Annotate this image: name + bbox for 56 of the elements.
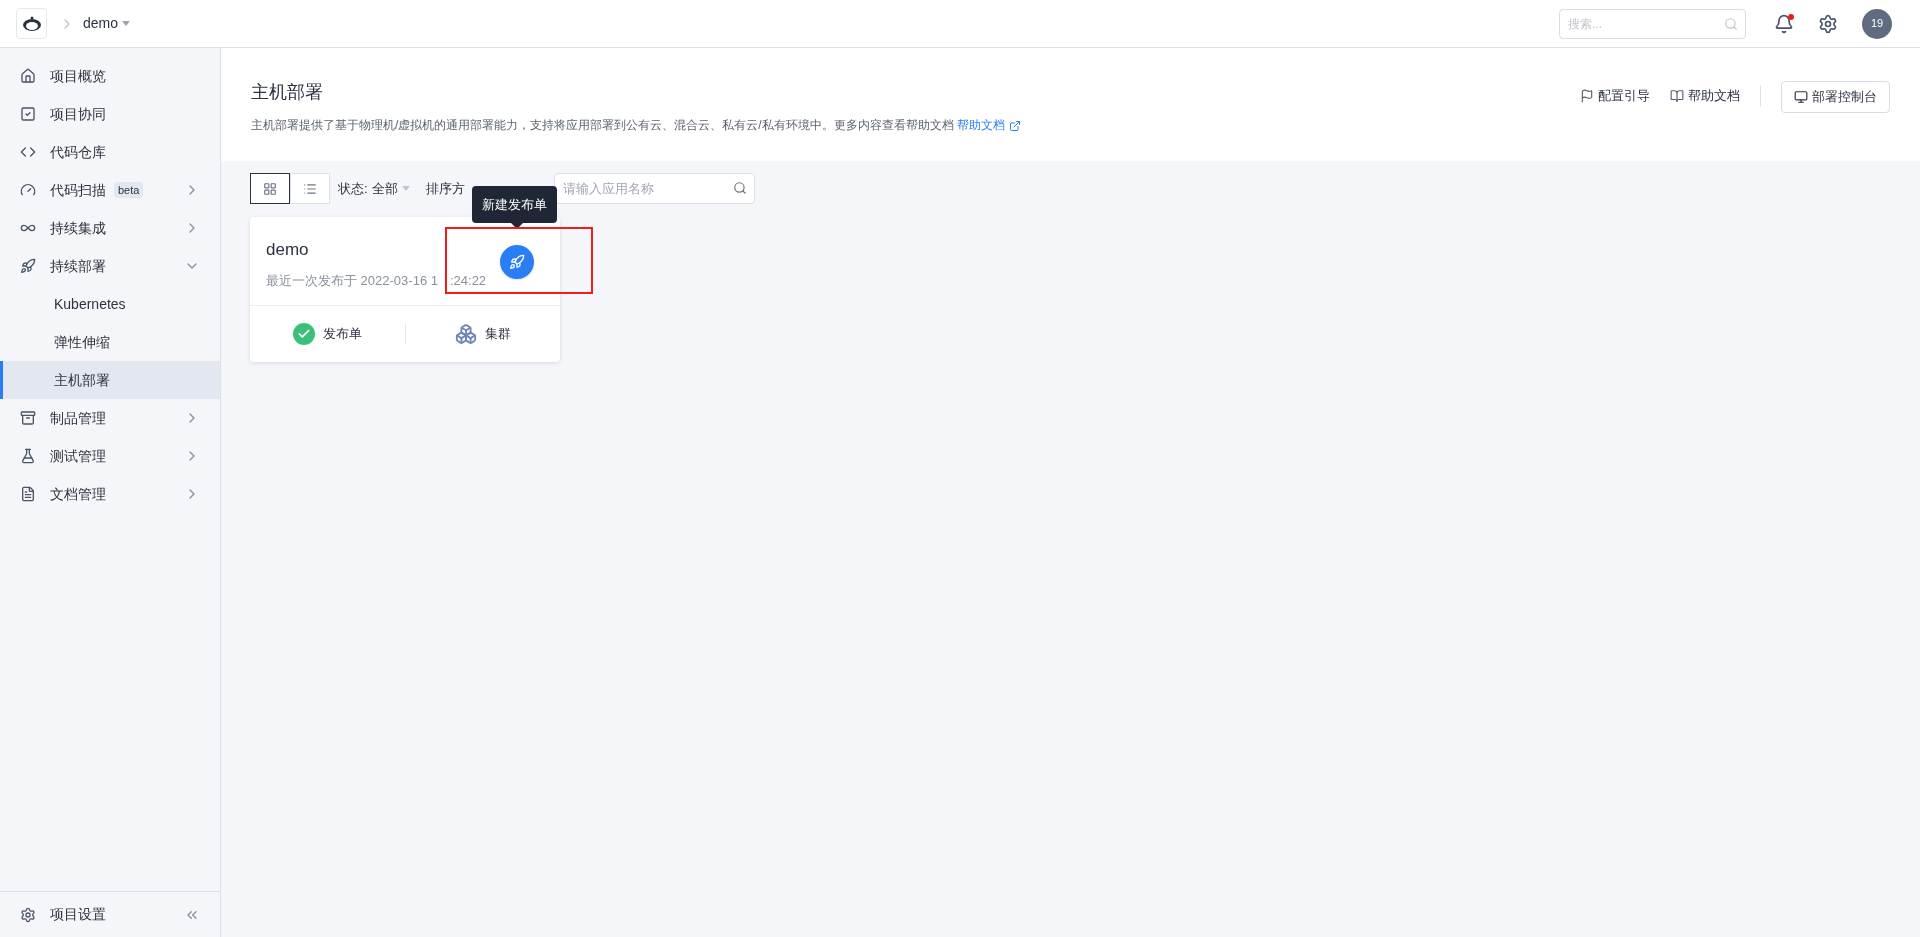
book-icon: [1670, 89, 1684, 103]
sidebar-item[interactable]: 文档管理: [0, 475, 220, 513]
sidebar-item[interactable]: 代码仓库: [0, 133, 220, 171]
checkbox-icon: [20, 106, 36, 122]
settings-icon[interactable]: [1818, 13, 1838, 34]
search-icon: [1724, 16, 1738, 31]
new-release-button[interactable]: [500, 245, 534, 279]
app-search-field[interactable]: 请输入应用名称: [553, 173, 755, 204]
sidebar-item[interactable]: 持续集成: [0, 209, 220, 247]
status-filter[interactable]: 全部: [371, 178, 410, 199]
help-link[interactable]: 帮助文档: [957, 118, 1021, 132]
sidebar-item[interactable]: 持续部署: [0, 247, 220, 285]
bell-icon: [1774, 13, 1794, 34]
console-button[interactable]: 部署控制台: [1781, 81, 1890, 113]
flag-icon: [1580, 89, 1594, 103]
check-icon: [292, 323, 315, 345]
rocket-icon: [20, 258, 36, 274]
header-link[interactable]: 配置引导: [1580, 81, 1650, 111]
sidebar-item[interactable]: 测试管理: [0, 437, 220, 475]
sidebar-subitem[interactable]: 主机部署: [0, 361, 220, 399]
header-link[interactable]: 帮助文档: [1670, 81, 1740, 111]
sidebar-item[interactable]: 代码扫描 beta: [0, 171, 220, 209]
grid-icon: [263, 181, 277, 196]
flask-icon: [20, 448, 36, 464]
settings-link[interactable]: 项目设置: [50, 904, 106, 925]
page-title: 主机部署: [251, 81, 324, 104]
app-name[interactable]: demo: [266, 237, 544, 263]
sidebar-item[interactable]: 项目概览: [0, 57, 220, 95]
beta-badge: beta: [114, 181, 144, 199]
home-icon: [20, 68, 36, 84]
search-field[interactable]: 搜索...: [1559, 8, 1746, 39]
external-link-icon: [1009, 119, 1021, 132]
sidebar-item[interactable]: 项目协同: [0, 95, 220, 133]
user-avatar[interactable]: 19: [1862, 8, 1892, 39]
logo-icon[interactable]: [16, 8, 47, 39]
last-release-text: 最近一次发布于 2022-03-16 1: [266, 271, 438, 290]
project-selector[interactable]: demo: [83, 13, 131, 34]
search-icon: [732, 181, 747, 195]
sidebar-subitem[interactable]: 弹性伸缩: [0, 323, 220, 361]
page-description: 主机部署提供了基于物理机/虚拟机的通用部署能力，支持将应用部署到公有云、混合云、私有云/私有环境中。更多内容查看帮助文档 帮助文档: [251, 116, 1580, 134]
last-release-text: :24:22: [449, 271, 487, 290]
cluster-button[interactable]: 集群: [405, 323, 560, 345]
tooltip: 新建发布单: [472, 186, 557, 223]
notification-button[interactable]: [1774, 13, 1794, 34]
rocket-icon: [509, 254, 525, 270]
monitor-icon: [1794, 90, 1808, 104]
status-label: 状态:: [338, 179, 368, 198]
list-icon: [303, 181, 317, 196]
code-icon: [20, 144, 36, 160]
gauge-icon: [20, 182, 36, 198]
sidebar-item[interactable]: 制品管理: [0, 399, 220, 437]
sidebar-subitem[interactable]: Kubernetes: [0, 285, 220, 323]
release-button[interactable]: 发布单: [250, 323, 405, 345]
document-icon: [20, 486, 36, 502]
grid-view-button[interactable]: [250, 173, 290, 204]
settings-icon: [20, 906, 36, 923]
